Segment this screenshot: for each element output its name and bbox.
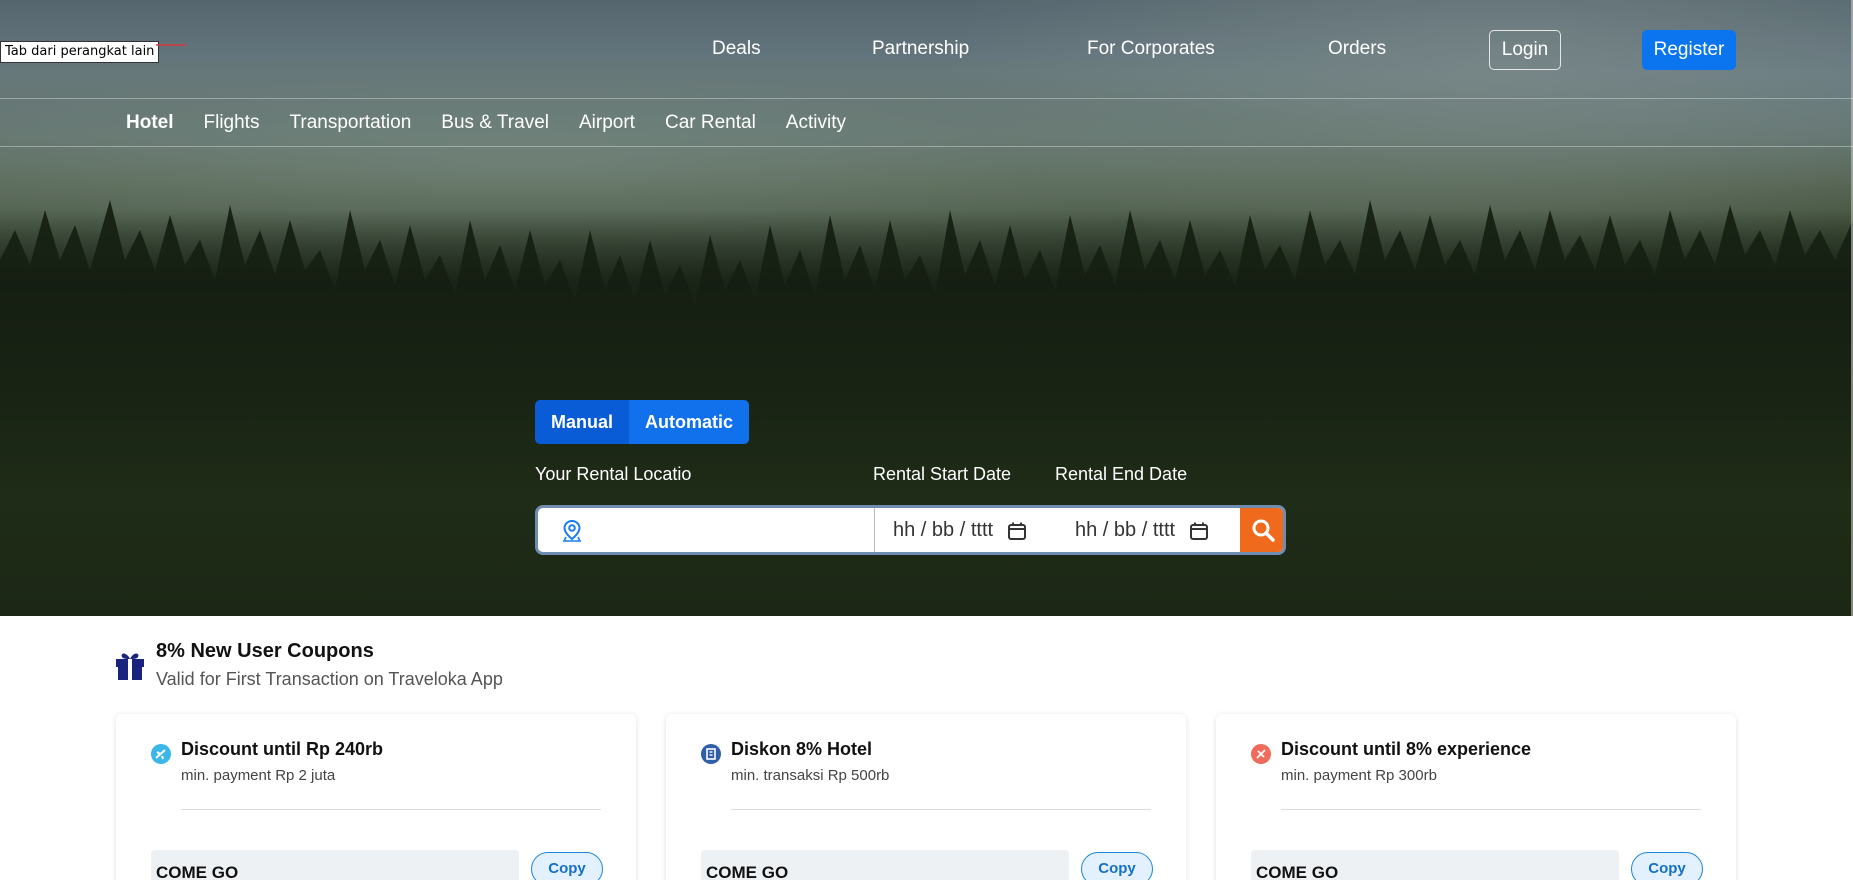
- coupon-min: min. payment Rp 300rb: [1281, 767, 1437, 784]
- login-button[interactable]: Login: [1489, 30, 1561, 70]
- coupon-code-box: COME GO: [701, 850, 1069, 880]
- tab-flights[interactable]: Flights: [204, 112, 260, 136]
- end-date-label: Rental End Date: [1055, 464, 1188, 484]
- start-date-input[interactable]: hh / bb / tttt: [893, 508, 1027, 552]
- mode-manual-button[interactable]: Manual: [535, 400, 630, 444]
- new-user-coupons: 8% New User Coupons Valid for First Tran…: [0, 616, 1853, 880]
- calendar-icon[interactable]: [1189, 521, 1209, 541]
- mode-automatic-button[interactable]: Automatic: [629, 400, 750, 444]
- location-input[interactable]: [584, 514, 864, 546]
- calendar-icon[interactable]: [1007, 521, 1027, 541]
- nav-link-partnership[interactable]: Partnership: [872, 38, 969, 60]
- rental-mode-toggle: Manual Automatic: [535, 400, 750, 444]
- coupon-min: min. transaksi Rp 500rb: [731, 767, 890, 784]
- tab-transportation[interactable]: Transportation: [289, 112, 411, 136]
- coupon-title: Diskon 8% Hotel: [731, 739, 873, 759]
- tab-car-rental[interactable]: Car Rental: [665, 112, 756, 136]
- copy-button[interactable]: Copy: [1631, 852, 1703, 880]
- rental-search-bar: hh / bb / tttt hh / bb / tttt: [535, 505, 1286, 555]
- subnav-divider: [0, 146, 1853, 147]
- end-date-input[interactable]: hh / bb / tttt: [1075, 508, 1209, 552]
- tab-activity[interactable]: Activity: [786, 112, 846, 136]
- start-date-placeholder: hh / bb / tttt: [893, 519, 994, 541]
- nav-link-deals[interactable]: Deals: [712, 38, 761, 60]
- coupon-title: Discount until Rp 240rb: [181, 739, 384, 759]
- search-icon: [1252, 519, 1275, 542]
- nav-link-orders[interactable]: Orders: [1328, 38, 1386, 60]
- coupon-code: COME GO: [1256, 863, 1339, 880]
- plane-icon: [151, 744, 171, 764]
- coupon-code: COME GO: [156, 863, 239, 880]
- search-button[interactable]: [1240, 508, 1283, 552]
- building-icon: [701, 744, 721, 764]
- location-field: [538, 508, 875, 552]
- coupon-card: Discount until Rp 240rb min. payment Rp …: [116, 714, 636, 880]
- nav-link-for-corporates[interactable]: For Corporates: [1087, 38, 1215, 60]
- top-navigation: Deals Partnership For Corporates Orders …: [0, 30, 1853, 70]
- start-date-label: Rental Start Date: [873, 464, 1012, 484]
- product-tabs: Hotel Flights Transportation Bus & Trave…: [126, 112, 876, 136]
- coupon-title: Discount until 8% experience: [1281, 739, 1532, 759]
- coupon-divider: [731, 809, 1151, 810]
- tab-airport[interactable]: Airport: [579, 112, 635, 136]
- coupons-subtitle: Valid for First Transaction on Traveloka…: [156, 669, 503, 689]
- tab-bus-travel[interactable]: Bus & Travel: [441, 112, 549, 136]
- coupons-title: 8% New User Coupons: [156, 640, 374, 662]
- coupon-divider: [181, 809, 601, 810]
- coupon-card: Discount until 8% experience min. paymen…: [1216, 714, 1736, 880]
- location-label: Your Rental Locatio: [535, 464, 692, 484]
- nav-divider: [0, 98, 1853, 99]
- coupon-min: min. payment Rp 2 juta: [181, 767, 336, 784]
- location-pin-icon: [562, 520, 582, 542]
- end-date-placeholder: hh / bb / tttt: [1075, 519, 1176, 541]
- coupon-code-box: COME GO: [1251, 850, 1619, 880]
- coupon-card: Diskon 8% Hotel min. transaksi Rp 500rb …: [666, 714, 1186, 880]
- coupon-code-box: COME GO: [151, 850, 519, 880]
- tab-hotel[interactable]: Hotel: [126, 112, 174, 136]
- gift-icon: [116, 653, 144, 680]
- register-button[interactable]: Register: [1642, 30, 1736, 70]
- coupon-divider: [1281, 809, 1701, 810]
- copy-button[interactable]: Copy: [1081, 852, 1153, 880]
- copy-button[interactable]: Copy: [531, 852, 603, 880]
- ticket-icon: [1251, 744, 1271, 764]
- coupon-code: COME GO: [706, 863, 789, 880]
